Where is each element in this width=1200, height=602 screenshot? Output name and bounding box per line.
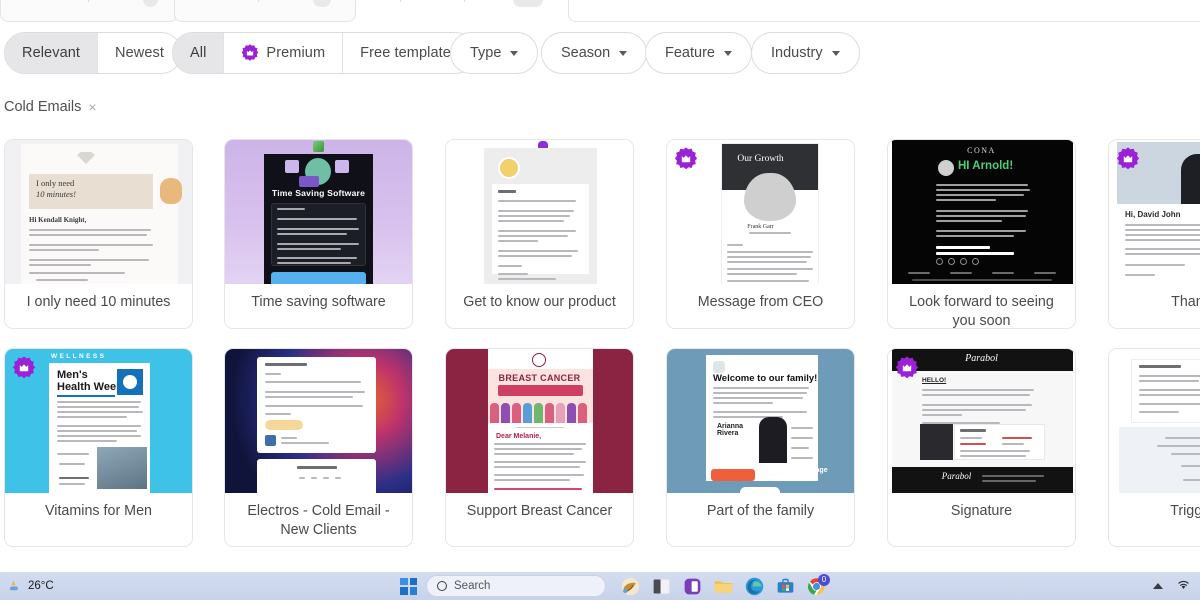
sort-option-relevant-label: Relevant <box>22 45 80 61</box>
template-card-title: I only need 10 minutes <box>5 284 192 312</box>
template-card-title: Trigger ne <box>1109 493 1200 521</box>
template-card-title: Signature <box>888 493 1075 521</box>
template-card[interactable]: CONA HI Arnold! Look forward to seeing <box>887 139 1076 329</box>
premium-badge-icon <box>1116 147 1140 171</box>
app-badge-count: 0 <box>818 574 830 586</box>
top-cutoff-strip <box>0 0 1200 22</box>
template-card[interactable]: Electros - Cold Email - New Clients <box>224 348 413 547</box>
search-placeholder: Search <box>454 580 490 592</box>
template-card[interactable]: WELLNESS Men'sHealth Week Vitamins for M… <box>4 348 193 547</box>
template-thumbnail: Parabol HELLO! Parabol <box>888 349 1075 493</box>
taskbar-center-group: Search <box>400 575 606 597</box>
wifi-icon[interactable] <box>1175 576 1192 596</box>
template-card[interactable]: Welcome to our family! AriannaRivera Sha… <box>666 348 855 547</box>
app-icon-paint[interactable] <box>620 576 641 597</box>
filter-dropdown-feature[interactable]: Feature <box>645 32 752 74</box>
template-thumbnail: Time Saving Software <box>225 140 412 284</box>
template-card[interactable]: Our Growth Frank Garr Message from CEO <box>666 139 855 329</box>
cutoff-tick-4 <box>464 0 465 2</box>
filter-dropdown-type-label: Type <box>470 45 501 61</box>
premium-badge-icon <box>895 356 919 380</box>
template-card-title: Vitamins for Men <box>5 493 192 521</box>
template-card-title: Electros - Cold Email - New Clients <box>225 493 412 540</box>
template-thumbnail <box>1109 349 1200 493</box>
app-icon-store[interactable] <box>775 576 796 597</box>
tier-option-premium[interactable]: Premium <box>224 33 343 73</box>
tier-option-free-templates-label: Free templates <box>360 45 458 61</box>
taskbar-weather-widget[interactable]: 26°C <box>0 579 150 594</box>
sort-option-relevant[interactable]: Relevant <box>5 33 98 73</box>
chevron-down-icon <box>510 51 518 56</box>
chevron-down-icon <box>832 51 840 56</box>
template-card[interactable]: I only need10 minutes! Hi Kendall Knight… <box>4 139 193 329</box>
crown-badge-icon <box>241 44 259 62</box>
template-thumbnail <box>446 140 633 284</box>
template-card[interactable]: Get to know our product <box>445 139 634 329</box>
tier-option-premium-label: Premium <box>266 45 325 61</box>
template-thumbnail: CONA HI Arnold! <box>888 140 1075 284</box>
show-hidden-icons-chevron[interactable] <box>1153 583 1163 589</box>
sort-toggle-group: Relevant Newest <box>4 32 182 74</box>
windows-taskbar: 26°C Search <box>0 572 1200 600</box>
tier-toggle-group: All Premium Free templates <box>172 32 476 74</box>
template-grid: I only need10 minutes! Hi Kendall Knight… <box>0 139 1200 554</box>
weather-icon <box>6 579 21 594</box>
template-thumbnail <box>225 349 412 493</box>
app-icon-folder[interactable] <box>713 576 734 597</box>
template-card[interactable]: Parabol HELLO! Parabol Signature <box>887 348 1076 547</box>
cutoff-tick-1 <box>88 0 89 2</box>
template-card[interactable]: Trigger ne <box>1108 348 1200 547</box>
app-icon-chrome[interactable]: 0 <box>806 576 827 597</box>
template-thumbnail: Welcome to our family! AriannaRivera Sha… <box>667 349 854 493</box>
template-thumbnail: BREAST CANCER Dear Melanie, <box>446 349 633 493</box>
template-card-title: Thanks fo <box>1109 284 1200 312</box>
template-card[interactable]: BREAST CANCER Dear Melanie, <box>445 348 634 547</box>
template-card-title: Look forward to seeing you soon <box>888 284 1075 329</box>
search-input[interactable]: Search <box>426 575 606 597</box>
template-thumbnail: Our Growth Frank Garr <box>667 140 854 284</box>
sort-option-newest-label: Newest <box>115 45 164 61</box>
template-card-title: Support Breast Cancer <box>446 493 633 521</box>
template-card-title: Message from CEO <box>667 284 854 312</box>
weather-temperature: 26°C <box>28 580 54 592</box>
template-card[interactable]: Time Saving Software Time saving softwar… <box>224 139 413 329</box>
filter-dropdown-type[interactable]: Type <box>450 32 538 74</box>
sort-option-newest[interactable]: Newest <box>98 33 181 73</box>
search-icon <box>437 581 447 591</box>
cutoff-tick-2 <box>258 0 259 2</box>
filter-bar: Relevant Newest All Premium Free templat… <box>0 32 1200 76</box>
system-tray <box>1153 576 1192 596</box>
active-filter-tag: Cold Emails × <box>4 99 97 115</box>
premium-badge-icon <box>12 356 36 380</box>
filter-dropdown-season[interactable]: Season <box>541 32 647 74</box>
template-card-title: Part of the family <box>667 493 854 521</box>
filter-dropdown-season-label: Season <box>561 45 610 61</box>
cutoff-tick-3 <box>400 0 401 2</box>
template-thumbnail: I only need10 minutes! Hi Kendall Knight… <box>5 140 192 284</box>
app-icon-edge[interactable] <box>744 576 765 597</box>
template-card[interactable]: Hi, David John Thanks fo <box>1108 139 1200 329</box>
template-thumbnail: WELLNESS Men'sHealth Week <box>5 349 192 493</box>
cutoff-card-3 <box>568 0 1200 22</box>
app-icon-file-explorer-dark[interactable] <box>651 576 672 597</box>
chevron-down-icon <box>619 51 627 56</box>
active-filter-tag-label: Cold Emails <box>4 99 81 115</box>
template-card-title: Get to know our product <box>446 284 633 312</box>
app-icon-onenote[interactable] <box>682 576 703 597</box>
close-icon[interactable]: × <box>88 100 96 114</box>
template-thumbnail: Hi, David John <box>1109 140 1200 284</box>
windows-start-icon[interactable] <box>400 578 417 595</box>
tier-option-all-label: All <box>190 45 206 61</box>
filter-dropdown-industry[interactable]: Industry <box>751 32 860 74</box>
premium-badge-icon <box>674 147 698 171</box>
tier-option-all[interactable]: All <box>173 33 224 73</box>
template-card-title: Time saving software <box>225 284 412 312</box>
filter-dropdown-industry-label: Industry <box>771 45 823 61</box>
cutoff-pill-3 <box>513 0 543 7</box>
taskbar-app-icons: 0 <box>620 576 827 597</box>
chevron-down-icon <box>724 51 732 56</box>
filter-dropdown-feature-label: Feature <box>665 45 715 61</box>
